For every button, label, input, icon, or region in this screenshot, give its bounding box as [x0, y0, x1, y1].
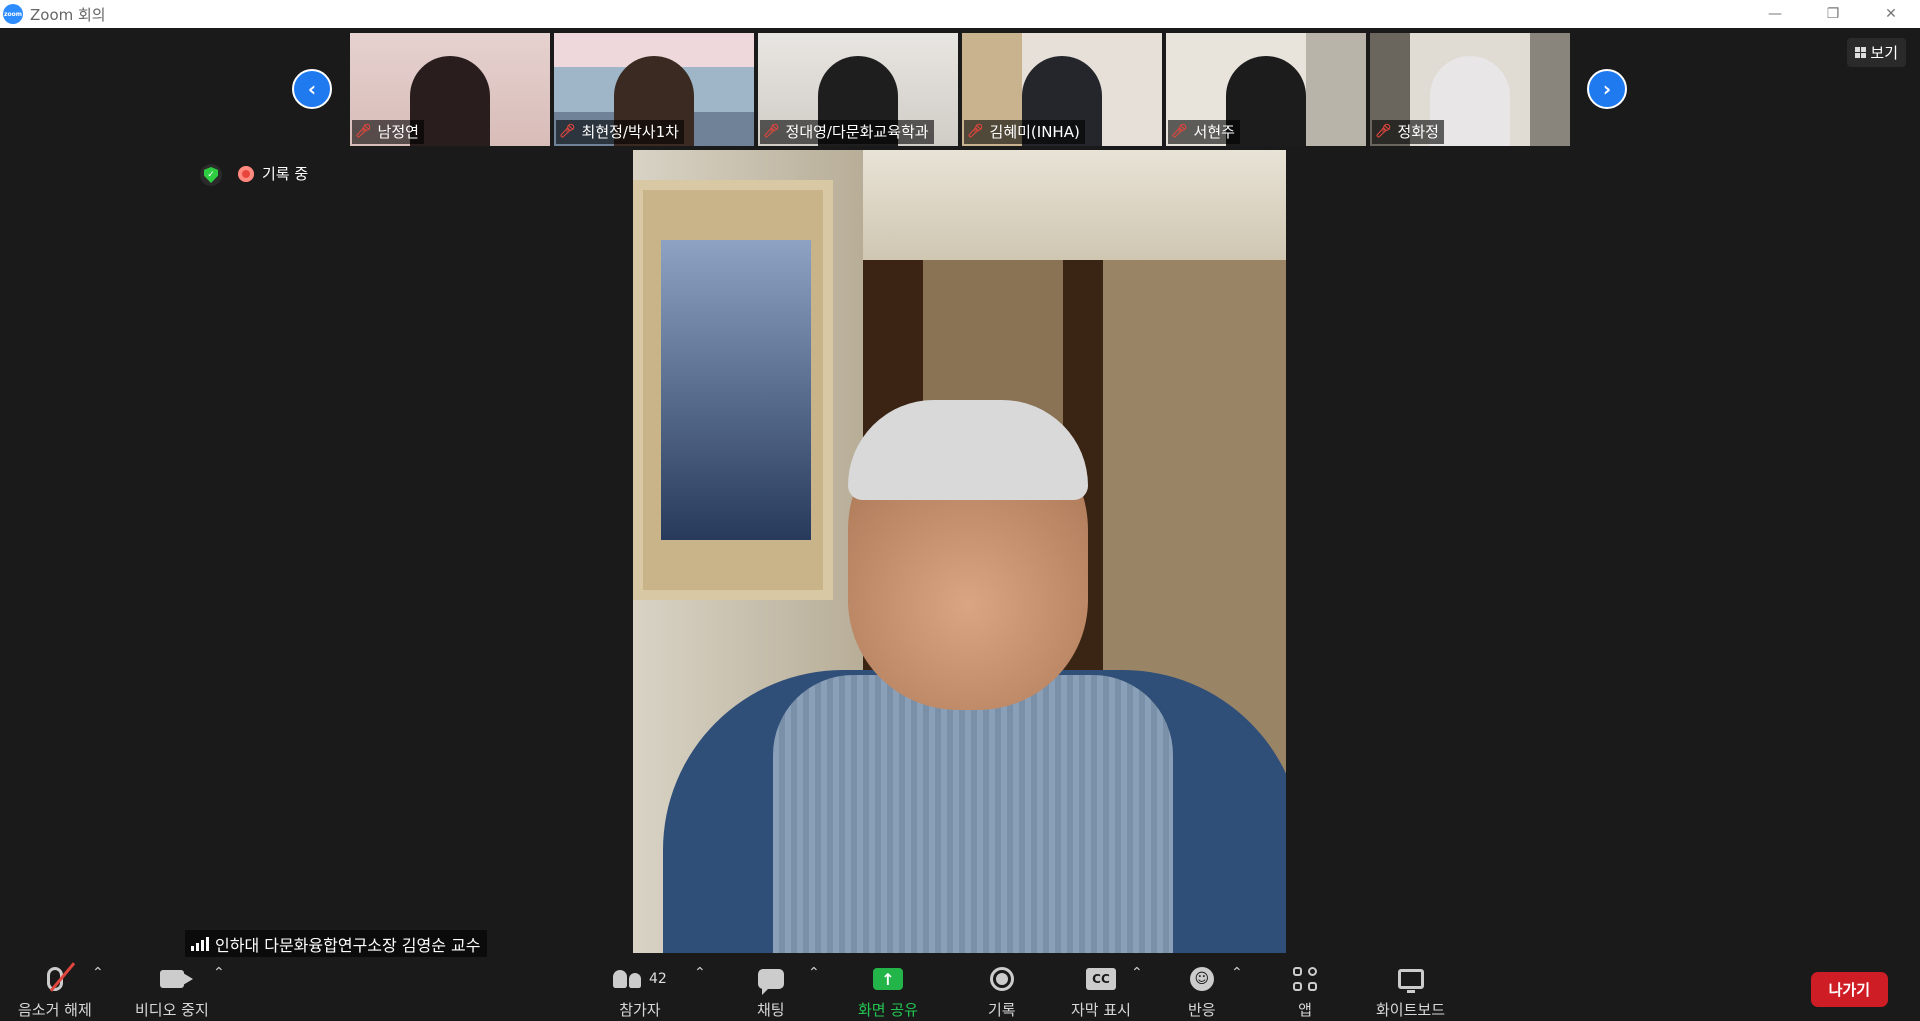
grid-view-icon: [1855, 47, 1867, 58]
whiteboard-button[interactable]: 화이트보드: [1376, 963, 1445, 1020]
captions-button[interactable]: CC 자막 표시: [1071, 963, 1131, 1020]
mic-off-icon: 🎤︎: [1171, 124, 1188, 139]
chat-label: 채팅: [757, 1001, 785, 1019]
record-label: 기록: [988, 1001, 1016, 1019]
participant-tile[interactable]: 🎤︎ 정화정: [1370, 33, 1570, 146]
video-options-caret[interactable]: ⌃: [213, 965, 225, 981]
stop-video-button[interactable]: 비디오 중지: [135, 963, 209, 1020]
active-speaker-label: 인하대 다문화융합연구소장 김영순 교수: [185, 930, 487, 958]
recording-label: 기록 중: [262, 165, 309, 183]
reactions-options-caret[interactable]: ⌃: [1231, 965, 1243, 981]
share-screen-icon: ↑: [872, 963, 903, 995]
mic-off-icon: [46, 962, 76, 995]
minimize-button[interactable]: —: [1746, 0, 1804, 28]
security-badge[interactable]: ✓: [200, 164, 222, 186]
mic-off-icon: 🎤︎: [355, 124, 372, 139]
reactions-label: 반응: [1188, 1001, 1216, 1019]
mic-off-icon: 🎤︎: [763, 124, 780, 139]
participant-count: 42: [649, 971, 667, 987]
captions-label: 자막 표시: [1071, 1001, 1131, 1019]
title-bar: zoom Zoom 회의 — ❐ ✕: [0, 0, 1920, 28]
apps-icon: [1293, 963, 1317, 995]
mic-off-icon: 🎤︎: [1375, 124, 1392, 139]
camera-icon: [159, 963, 193, 995]
mic-off-icon: 🎤︎: [559, 124, 576, 139]
record-icon: [989, 963, 1014, 995]
leave-button[interactable]: 나가기: [1810, 972, 1888, 1007]
participant-name: 최현정/박사1차: [581, 123, 679, 141]
window-title: Zoom 회의: [30, 5, 106, 24]
signal-strength-icon: [191, 937, 209, 951]
reactions-button[interactable]: ☺ 반응: [1188, 963, 1216, 1020]
participant-name: 정대영/다문화교육학과: [785, 123, 929, 141]
participant-tile[interactable]: 🎤︎ 남정연: [350, 33, 550, 146]
apps-label: 앱: [1298, 1001, 1312, 1019]
people-icon: 42: [613, 963, 667, 995]
recording-dot-icon: [238, 165, 254, 182]
participants-label: 참가자: [619, 1001, 661, 1019]
share-screen-label: 화면 공유: [858, 1001, 918, 1019]
stop-video-label: 비디오 중지: [135, 1001, 209, 1019]
unmute-button[interactable]: 음소거 해제: [18, 962, 92, 1020]
shield-check-icon: ✓: [204, 167, 218, 183]
participants-options-caret[interactable]: ⌃: [694, 965, 706, 981]
participant-name: 남정연: [377, 123, 419, 141]
whiteboard-label: 화이트보드: [1376, 1001, 1446, 1019]
recording-indicator[interactable]: 기록 중: [238, 163, 308, 184]
window-controls: — ❐ ✕: [1746, 0, 1920, 28]
next-page-button[interactable]: ›: [1587, 69, 1627, 109]
participant-name: 서현주: [1193, 123, 1235, 141]
meeting-toolbar: 음소거 해제 ⌃ 비디오 중지 ⌃ 42 참가자 ⌃ 채팅 ⌃ ↑ 화면 공유 …: [0, 957, 1920, 1021]
whiteboard-icon: [1397, 963, 1424, 995]
view-button-label: 보기: [1870, 44, 1898, 62]
unmute-label: 음소거 해제: [18, 1001, 92, 1019]
record-button[interactable]: 기록: [988, 963, 1016, 1020]
captions-options-caret[interactable]: ⌃: [1131, 965, 1143, 981]
participant-name: 정화정: [1397, 123, 1439, 141]
participant-tile[interactable]: 🎤︎ 최현정/박사1차: [554, 33, 754, 146]
participant-tile[interactable]: 🎤︎ 정대영/다문화교육학과: [758, 33, 958, 146]
audio-options-caret[interactable]: ⌃: [92, 965, 104, 981]
zoom-logo-icon: zoom: [3, 4, 23, 24]
prev-page-button[interactable]: ‹: [292, 69, 332, 109]
apps-button[interactable]: 앱: [1293, 963, 1317, 1020]
participant-tile[interactable]: 🎤︎ 김혜미(INHA): [962, 33, 1162, 146]
view-button[interactable]: 보기: [1847, 38, 1906, 67]
mic-off-icon: 🎤︎: [967, 124, 984, 139]
participant-name: 김혜미(INHA): [989, 123, 1080, 141]
share-screen-button[interactable]: ↑ 화면 공유: [858, 963, 918, 1020]
participant-tile[interactable]: 🎤︎ 서현주: [1166, 33, 1366, 146]
emoji-icon: ☺: [1189, 963, 1214, 995]
cc-icon: CC: [1085, 963, 1116, 995]
active-speaker-video: [633, 150, 1286, 953]
active-speaker-name: 인하대 다문화융합연구소장 김영순 교수: [215, 936, 481, 955]
chat-button[interactable]: 채팅: [757, 963, 785, 1020]
participants-button[interactable]: 42 참가자: [613, 963, 667, 1020]
chat-icon: [757, 963, 784, 995]
chat-options-caret[interactable]: ⌃: [808, 965, 820, 981]
close-button[interactable]: ✕: [1862, 0, 1920, 28]
restore-button[interactable]: ❐: [1804, 0, 1862, 28]
